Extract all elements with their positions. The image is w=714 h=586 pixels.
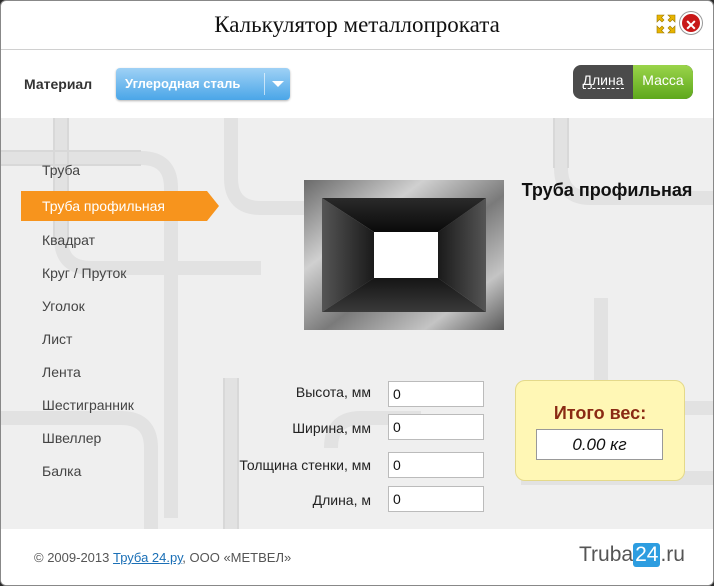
window-title: Калькулятор металлопроката	[214, 12, 500, 37]
nav-item-ugolok[interactable]: Уголок	[21, 291, 212, 321]
toolbar: Материал Углеродная сталь Длина Масса	[1, 50, 713, 118]
nav-item-kvadrat[interactable]: Квадрат	[21, 225, 212, 255]
nav-item-truba-profilnaya[interactable]: Труба профильная	[21, 191, 219, 221]
material-select[interactable]: Углеродная сталь	[116, 68, 290, 100]
length-input[interactable]	[388, 486, 484, 512]
profile-pipe-image	[304, 180, 504, 330]
nav-item-lenta[interactable]: Лента	[21, 357, 212, 387]
height-input[interactable]	[388, 381, 484, 407]
active-arrow	[207, 191, 219, 221]
material-select-value: Углеродная сталь	[125, 76, 241, 91]
calculator-window: Калькулятор металлопроката ✕ Материал Уг…	[0, 0, 714, 586]
copyright: © 2009-2013 Труба 24.ру, ООО «МЕТВЕЛ»	[34, 550, 292, 565]
truba24-logo[interactable]: Truba24.ru	[579, 543, 685, 567]
width-input[interactable]	[388, 414, 484, 440]
footer: © 2009-2013 Труба 24.ру, ООО «МЕТВЕЛ» Tr…	[1, 529, 713, 585]
title-bar: Калькулятор металлопроката ✕	[1, 1, 713, 50]
nav-item-krug[interactable]: Круг / Пруток	[21, 258, 212, 288]
select-divider	[264, 73, 265, 95]
total-weight-value: 0.00 кг	[536, 429, 663, 460]
truba24-link[interactable]: Труба 24.ру	[113, 550, 182, 565]
height-label: Высота, мм	[295, 384, 371, 400]
nav-item-shveller[interactable]: Швеллер	[21, 423, 212, 453]
nav-item-list[interactable]: Лист	[21, 324, 212, 354]
close-icon: ✕	[685, 17, 697, 33]
toggle-length[interactable]: Длина	[573, 65, 633, 99]
material-label: Материал	[24, 76, 93, 92]
length-label: Длина, м	[312, 492, 371, 508]
wall-thickness-input[interactable]	[388, 452, 484, 478]
calculator-body: Труба Труба профильная Квадрат Круг / Пр…	[1, 118, 713, 529]
length-mass-toggle[interactable]: Длина Масса	[573, 65, 693, 99]
product-title: Труба профильная	[521, 180, 693, 200]
nav-item-truba[interactable]: Труба	[21, 155, 212, 185]
total-weight-label: Итого вес:	[553, 403, 647, 423]
result-panel: Итого вес: 0.00 кг	[515, 380, 685, 481]
maximize-icon[interactable]	[655, 13, 677, 35]
close-button[interactable]: ✕	[680, 12, 702, 34]
width-label: Ширина, мм	[292, 420, 371, 436]
nav-item-shestigrannik[interactable]: Шестигранник	[21, 390, 212, 420]
chevron-down-icon	[272, 81, 284, 87]
nav-item-balka[interactable]: Балка	[21, 456, 212, 486]
wall-thickness-label: Толщина стенки, мм	[239, 457, 371, 473]
toggle-mass[interactable]: Масса	[633, 65, 693, 99]
